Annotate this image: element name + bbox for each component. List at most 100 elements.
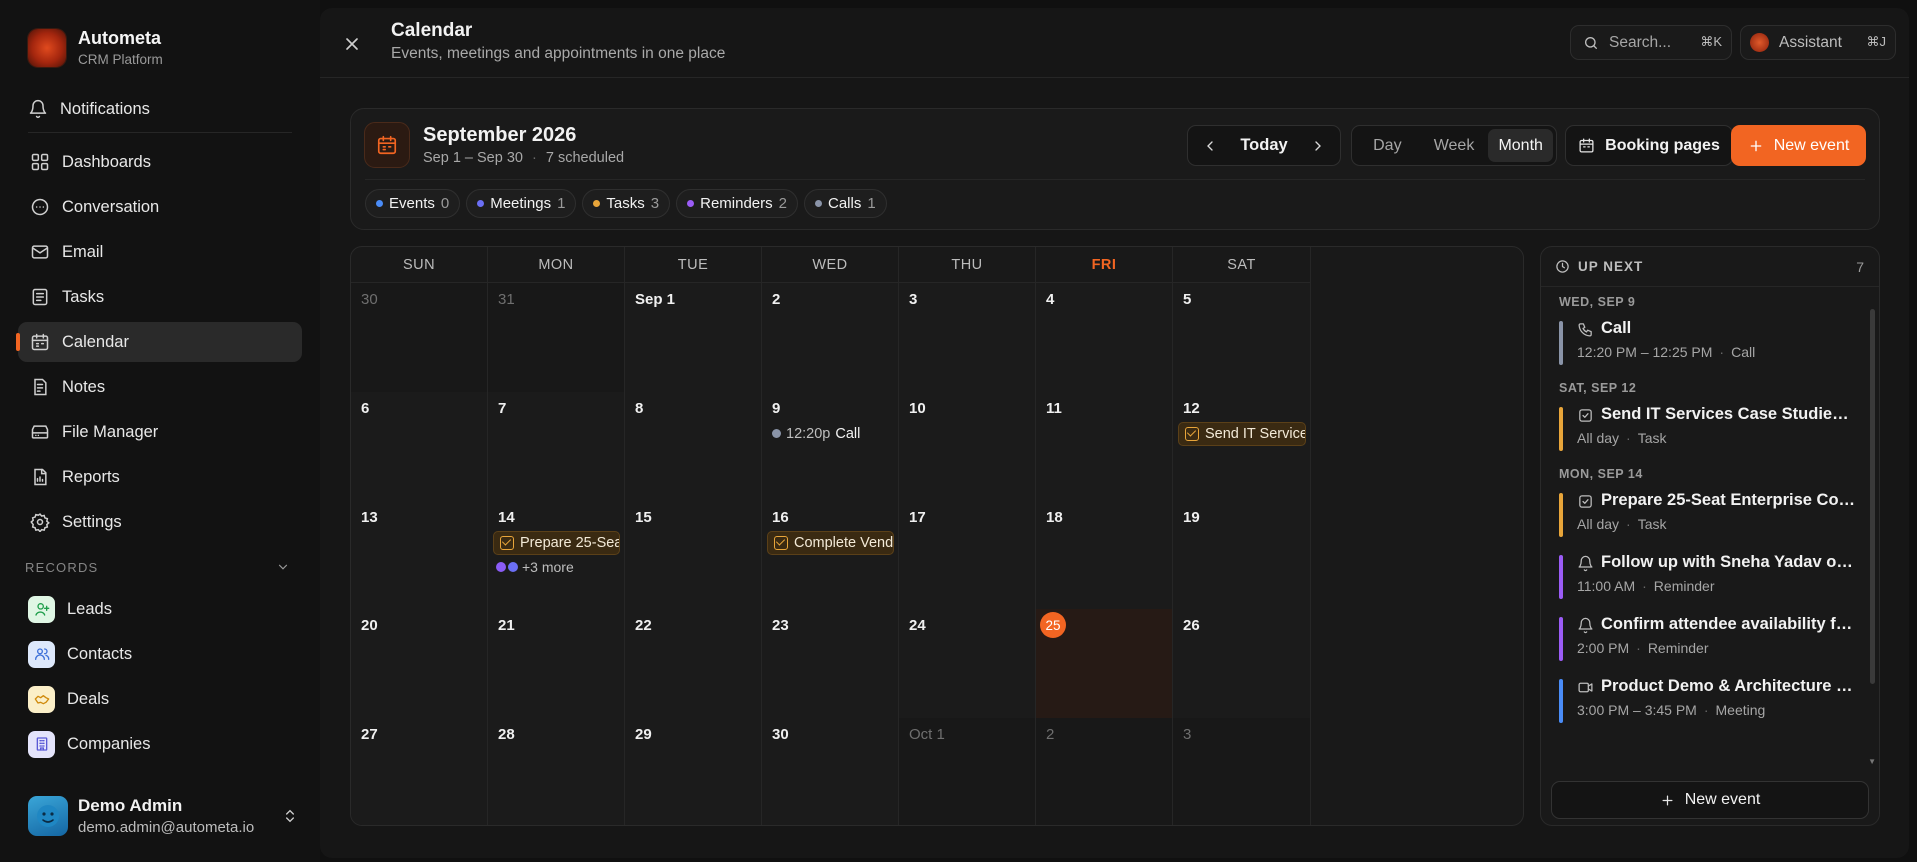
brand[interactable]: Autometa CRM Platform bbox=[28, 28, 163, 67]
meeting-dot bbox=[508, 561, 518, 572]
sidebar-item-notes[interactable]: Notes bbox=[18, 367, 302, 407]
brand-name: Autometa bbox=[78, 28, 162, 48]
weekday-header: FRI bbox=[1036, 247, 1173, 283]
filter-chip-reminders[interactable]: Reminders 2 bbox=[676, 189, 798, 218]
sidebar-item-label: Deals bbox=[67, 689, 110, 708]
reminder-dot bbox=[496, 561, 506, 572]
day-cell[interactable]: 10 bbox=[899, 391, 1036, 502]
day-cell[interactable]: 23 bbox=[762, 609, 899, 720]
calendar-event-task[interactable]: Complete Vendo... bbox=[767, 530, 894, 555]
calendar-event-task[interactable]: Send IT Services ... bbox=[1178, 421, 1306, 446]
view-week[interactable]: Week bbox=[1422, 129, 1487, 162]
search-input[interactable]: Search... ⌘K bbox=[1570, 25, 1732, 60]
day-cell[interactable]: 31 bbox=[488, 283, 625, 393]
scroll-down-icon[interactable]: ▼ bbox=[1868, 757, 1876, 766]
sidebar-item-contacts[interactable]: Contacts bbox=[18, 634, 302, 674]
day-cell[interactable]: 16 Complete Vendo... bbox=[762, 500, 899, 611]
up-next-item[interactable]: Prepare 25-Seat Enterprise Contract All d… bbox=[1559, 491, 1857, 539]
close-icon[interactable] bbox=[342, 34, 362, 54]
today-button[interactable]: Today bbox=[1240, 136, 1287, 155]
sidebar-item-settings[interactable]: Settings bbox=[18, 502, 302, 542]
day-cell[interactable]: 20 bbox=[351, 609, 488, 720]
user-profile[interactable]: Demo Admin demo.admin@autometa.io bbox=[28, 796, 298, 836]
day-cell[interactable]: 25 bbox=[1036, 609, 1173, 720]
day-cell[interactable]: 24 bbox=[899, 609, 1036, 720]
scrollbar[interactable] bbox=[1870, 309, 1875, 684]
view-month[interactable]: Month bbox=[1488, 129, 1554, 162]
sidebar-item-deals[interactable]: Deals bbox=[18, 679, 302, 719]
day-cell[interactable]: 8 bbox=[625, 391, 762, 502]
day-cell[interactable]: 29 bbox=[625, 718, 762, 825]
booking-pages-button[interactable]: Booking pages bbox=[1565, 125, 1733, 166]
day-cell[interactable]: 30 bbox=[351, 283, 488, 393]
day-number: 28 bbox=[498, 726, 515, 744]
records-header[interactable]: RECORDS bbox=[18, 556, 302, 578]
day-cell[interactable]: 7 bbox=[488, 391, 625, 502]
day-cell[interactable]: 9 12:20p Call bbox=[762, 391, 899, 502]
chevron-up-down-icon[interactable] bbox=[282, 808, 298, 824]
sidebar-item-email[interactable]: Email bbox=[18, 232, 302, 272]
filter-chip-calls[interactable]: Calls 1 bbox=[803, 189, 887, 218]
up-next-new-event-button[interactable]: New event bbox=[1551, 781, 1869, 819]
day-cell[interactable]: 19 bbox=[1173, 500, 1311, 611]
event-type: Reminder bbox=[1653, 578, 1715, 594]
filter-chip-events[interactable]: Events 0 bbox=[365, 189, 461, 218]
sidebar-item-notifications[interactable]: Notifications bbox=[18, 89, 302, 129]
sidebar-item-tasks[interactable]: Tasks bbox=[18, 277, 302, 317]
up-next-item[interactable]: Send IT Services Case Studies to Vikram A… bbox=[1559, 405, 1857, 453]
sidebar-item-conversation[interactable]: Conversation bbox=[18, 187, 302, 227]
date-navigation: Today bbox=[1187, 125, 1341, 166]
event-type: Reminder bbox=[1647, 640, 1709, 656]
day-cell[interactable]: 11 bbox=[1036, 391, 1173, 502]
new-event-button[interactable]: New event bbox=[1731, 125, 1866, 166]
day-cell[interactable]: 15 bbox=[625, 500, 762, 611]
day-cell[interactable]: 2 bbox=[762, 283, 899, 393]
calendar-event-task[interactable]: Prepare 25-Seat ... bbox=[493, 530, 620, 555]
day-cell[interactable]: 12 Send IT Services ... bbox=[1173, 391, 1311, 502]
separator-dot: · bbox=[1703, 702, 1709, 718]
up-next-item[interactable]: Call 12:20 PM – 12:25 PM · Call bbox=[1559, 319, 1857, 367]
sidebar-item-companies[interactable]: Companies bbox=[18, 724, 302, 764]
day-cell[interactable]: 4 bbox=[1036, 283, 1173, 393]
sidebar-item-calendar[interactable]: Calendar bbox=[16, 322, 302, 362]
sidebar-item-reports[interactable]: Reports bbox=[18, 457, 302, 497]
bell-icon bbox=[1578, 555, 1593, 572]
filter-chip-tasks[interactable]: Tasks 3 bbox=[582, 189, 671, 218]
day-cell[interactable]: 22 bbox=[625, 609, 762, 720]
day-number: 30 bbox=[361, 291, 378, 308]
sidebar-item-file-manager[interactable]: File Manager bbox=[18, 412, 302, 452]
calendar-event-call[interactable]: 12:20p Call bbox=[772, 426, 860, 442]
sidebar-item-label: Leads bbox=[67, 599, 112, 618]
day-cell[interactable]: 2 bbox=[1036, 718, 1173, 825]
day-cell[interactable]: 28 bbox=[488, 718, 625, 825]
day-cell[interactable]: 3 bbox=[899, 283, 1036, 393]
filter-chip-meetings[interactable]: Meetings 1 bbox=[466, 189, 577, 218]
day-cell[interactable]: 30 bbox=[762, 718, 899, 825]
view-day[interactable]: Day bbox=[1355, 129, 1420, 162]
chevron-right-icon[interactable] bbox=[1310, 138, 1326, 154]
day-cell[interactable]: 3 bbox=[1173, 718, 1311, 825]
sidebar-item-dashboards[interactable]: Dashboards bbox=[18, 142, 302, 182]
up-next-item[interactable]: Confirm attendee availability for demo 2:… bbox=[1559, 615, 1857, 663]
day-cell[interactable]: Oct 1 bbox=[899, 718, 1036, 825]
assistant-button[interactable]: Assistant ⌘J bbox=[1740, 25, 1896, 60]
sidebar-item-leads[interactable]: Leads bbox=[18, 589, 302, 629]
day-cell[interactable]: 18 bbox=[1036, 500, 1173, 611]
day-cell[interactable]: 6 bbox=[351, 391, 488, 502]
up-next-item[interactable]: Product Demo & Architecture Review 3:00 P… bbox=[1559, 677, 1857, 725]
chevron-left-icon[interactable] bbox=[1202, 138, 1218, 154]
user-name: Demo Admin bbox=[78, 796, 183, 815]
up-next-item[interactable]: Follow up with Sneha Yadav on proposal 11… bbox=[1559, 553, 1857, 601]
event-title: Call bbox=[1601, 319, 1632, 337]
day-cell[interactable]: 27 bbox=[351, 718, 488, 825]
checkbox-icon bbox=[1579, 409, 1592, 422]
day-cell[interactable]: 26 bbox=[1173, 609, 1311, 720]
day-cell[interactable]: 17 bbox=[899, 500, 1036, 611]
day-cell[interactable]: Sep 1 bbox=[625, 283, 762, 393]
day-cell[interactable]: 14 Prepare 25-Seat ... +3 more bbox=[488, 500, 625, 611]
event-title: Complete Vendo... bbox=[794, 534, 894, 551]
day-cell[interactable]: 5 bbox=[1173, 283, 1311, 393]
day-cell[interactable]: 13 bbox=[351, 500, 488, 611]
day-cell[interactable]: 21 bbox=[488, 609, 625, 720]
more-events-link[interactable]: +3 more bbox=[496, 559, 574, 575]
